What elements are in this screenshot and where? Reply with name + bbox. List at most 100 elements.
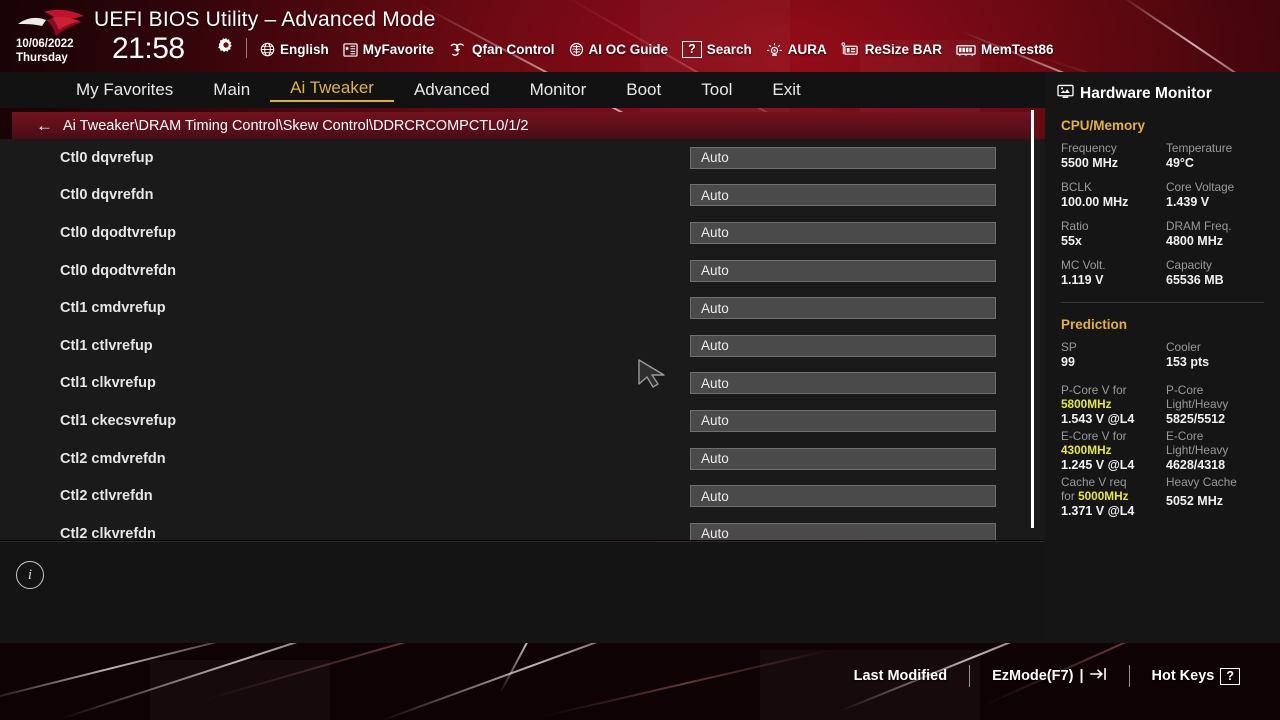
hw-value: 1.245 V @L4 (1061, 458, 1135, 472)
bios-screen: UEFI BIOS Utility – Advanced Mode 10/06/… (0, 0, 1280, 720)
hw-key: Ratio (1061, 219, 1089, 233)
settings-scrollbar-thumb[interactable] (1031, 110, 1034, 528)
hw-entry-cache-voltage: Cache V req for 5000MHz 1.371 V @L4 (1061, 475, 1166, 519)
settings-row[interactable]: Ctl2 clkvrefdn Auto (0, 515, 1045, 540)
hw-value: 65536 MB (1166, 273, 1224, 287)
settings-row[interactable]: Ctl1 cmdvrefup Auto (0, 289, 1045, 327)
hw-entry-pcore-voltage: P-Core V for 5800MHz 1.543 V @L4 (1061, 383, 1166, 427)
hw-entry-dram-freq: DRAM Freq. 4800 MHz (1166, 219, 1280, 249)
hw-key: Heavy Cache (1166, 475, 1237, 489)
lightbulb-icon (766, 42, 783, 57)
rog-logo-icon (16, 6, 86, 40)
toolbar-resize-bar[interactable]: ReSize BAR (841, 42, 942, 57)
settings-row-value[interactable]: Auto (690, 146, 996, 169)
gear-icon[interactable] (218, 37, 234, 53)
settings-row-value[interactable]: Auto (690, 184, 996, 207)
toolbar-language[interactable]: English (260, 42, 329, 57)
hw-value: 1.543 V @L4 (1061, 412, 1135, 426)
menu-item-monitor[interactable]: Monitor (510, 80, 607, 100)
hw-key-line2: for 5000MHz (1061, 489, 1166, 503)
settings-row-value[interactable]: Auto (690, 372, 996, 395)
settings-row-value[interactable]: Auto (690, 334, 996, 357)
hw-entry-heavy-cache: Heavy Cache 5052 MHz (1166, 475, 1280, 519)
settings-row-label: Ctl2 ctlvrefdn (60, 488, 153, 505)
toolbar-divider (246, 38, 247, 58)
ezmode-label: EzMode(F7) (992, 668, 1074, 684)
hw-section-cpu-memory: CPU/Memory (1061, 118, 1146, 133)
settings-row-value[interactable]: Auto (690, 259, 996, 282)
menu-item-advanced[interactable]: Advanced (394, 80, 510, 100)
resize-bar-icon (841, 42, 860, 57)
toolbar-label: MyFavorite (362, 42, 435, 57)
hw-key-highlight: 5800MHz (1061, 397, 1112, 411)
hw-entry-frequency: Frequency 5500 MHz (1061, 141, 1166, 171)
settings-row-label: Ctl0 dqodtvrefdn (60, 262, 176, 279)
hw-key: Light/Heavy (1166, 443, 1229, 457)
settings-row-value[interactable]: Auto (690, 447, 996, 470)
breadcrumb: ← Ai Tweaker\DRAM Timing Control\Skew Co… (12, 112, 1033, 139)
menu-item-exit[interactable]: Exit (752, 80, 820, 100)
toolbar-label: ReSize BAR (864, 42, 943, 57)
settings-row-label: Ctl1 cmdvrefup (60, 300, 166, 317)
settings-row[interactable]: Ctl0 dqodtvrefup Auto (0, 214, 1045, 252)
hw-key: Light/Heavy (1166, 397, 1229, 411)
hw-value: 1.371 V @L4 (1061, 504, 1135, 518)
breadcrumb-path: Ai Tweaker\DRAM Timing Control\Skew Cont… (63, 117, 529, 134)
question-box-icon: ? (682, 41, 702, 58)
settings-row[interactable]: Ctl1 ckecsvrefup Auto (0, 402, 1045, 440)
menu-item-ai-tweaker[interactable]: Ai Tweaker (270, 78, 394, 102)
hw-entry-pcore-light-heavy: P-Core Light/Heavy 5825/5512 (1166, 383, 1280, 427)
bottom-actions: Last Modified EzMode(F7) | Hot Keys ? (832, 665, 1262, 687)
settings-row-label: Ctl2 cmdvrefdn (60, 450, 166, 467)
hw-key: Temperature (1166, 141, 1233, 155)
hw-value: 1.119 V (1061, 273, 1104, 287)
hw-key: Cache V req (1061, 475, 1127, 489)
settings-row[interactable]: Ctl1 ctlvrefup Auto (0, 327, 1045, 365)
ezmode-button[interactable]: EzMode(F7) | (970, 667, 1128, 685)
settings-row[interactable]: Ctl0 dqvrefup Auto (0, 139, 1045, 177)
settings-row[interactable]: Ctl0 dqodtvrefdn Auto (0, 252, 1045, 290)
toolbar-myfavorite[interactable]: MyFavorite (343, 42, 434, 57)
menu-item-main[interactable]: Main (193, 80, 270, 100)
settings-row-label: Ctl1 ckecsvrefup (60, 412, 177, 429)
exit-arrow-icon (1089, 667, 1107, 685)
hardware-monitor-panel: Hardware Monitor CPU/Memory Frequency 55… (1045, 72, 1280, 643)
fan-icon (448, 42, 467, 57)
hw-cpu-memory-grid: Frequency 5500 MHz Temperature 49°C BCLK… (1045, 133, 1280, 288)
hw-key-prefix: for (1061, 489, 1075, 503)
menu-item-my-favorites[interactable]: My Favorites (56, 80, 193, 100)
info-circle-icon[interactable]: i (16, 561, 44, 589)
settings-row[interactable]: Ctl0 dqvrefdn Auto (0, 177, 1045, 215)
toolbar-qfan-control[interactable]: Qfan Control (448, 42, 555, 57)
hw-entry-ecore-light-heavy: E-Core Light/Heavy 4628/4318 (1166, 429, 1280, 473)
toolbar-label: Qfan Control (472, 42, 555, 57)
menu-item-tool[interactable]: Tool (681, 80, 752, 100)
hotkeys-button[interactable]: Hot Keys ? (1130, 667, 1263, 685)
settings-row-value[interactable]: Auto (690, 485, 996, 508)
settings-row[interactable]: Ctl2 ctlvrefdn Auto (0, 477, 1045, 515)
hw-key-highlight: 4300MHz (1061, 443, 1112, 457)
settings-row[interactable]: Ctl2 cmdvrefdn Auto (0, 440, 1045, 478)
settings-row-value[interactable]: Auto (690, 221, 996, 244)
settings-row-value[interactable]: Auto (690, 409, 996, 432)
toolbar-label: AI OC Guide (588, 42, 669, 57)
toolbar-search[interactable]: ? Search (682, 41, 752, 58)
settings-row[interactable]: Ctl1 clkvrefup Auto (0, 365, 1045, 403)
hw-value: 5500 MHz (1061, 156, 1118, 170)
toolbar-ai-oc-guide[interactable]: AI OC Guide (569, 42, 669, 57)
settings-list: Ctl0 dqvrefup Auto Ctl0 dqvrefdn Auto Ctl0 d… (0, 139, 1045, 540)
settings-row-label: Ctl0 dqodtvrefup (60, 224, 176, 241)
back-arrow-icon[interactable]: ← (36, 117, 53, 134)
hw-value: 5052 MHz (1166, 494, 1223, 508)
menu-item-boot[interactable]: Boot (606, 80, 681, 100)
settings-row-label: Ctl1 clkvrefup (60, 375, 156, 392)
question-box-icon: ? (1220, 667, 1240, 685)
hotkeys-label: Hot Keys (1151, 668, 1215, 684)
toolbar-aura[interactable]: AURA (766, 42, 827, 57)
last-modified-button[interactable]: Last Modified (832, 668, 969, 684)
settings-row-value[interactable]: Auto (690, 522, 996, 540)
settings-row-value[interactable]: Auto (690, 297, 996, 320)
hw-key: MC Volt. (1061, 258, 1106, 272)
hw-prediction-detail-grid: P-Core V for 5800MHz 1.543 V @L4 P-Core … (1045, 370, 1280, 519)
toolbar-memtest86[interactable]: MemTest86 (956, 42, 1054, 57)
